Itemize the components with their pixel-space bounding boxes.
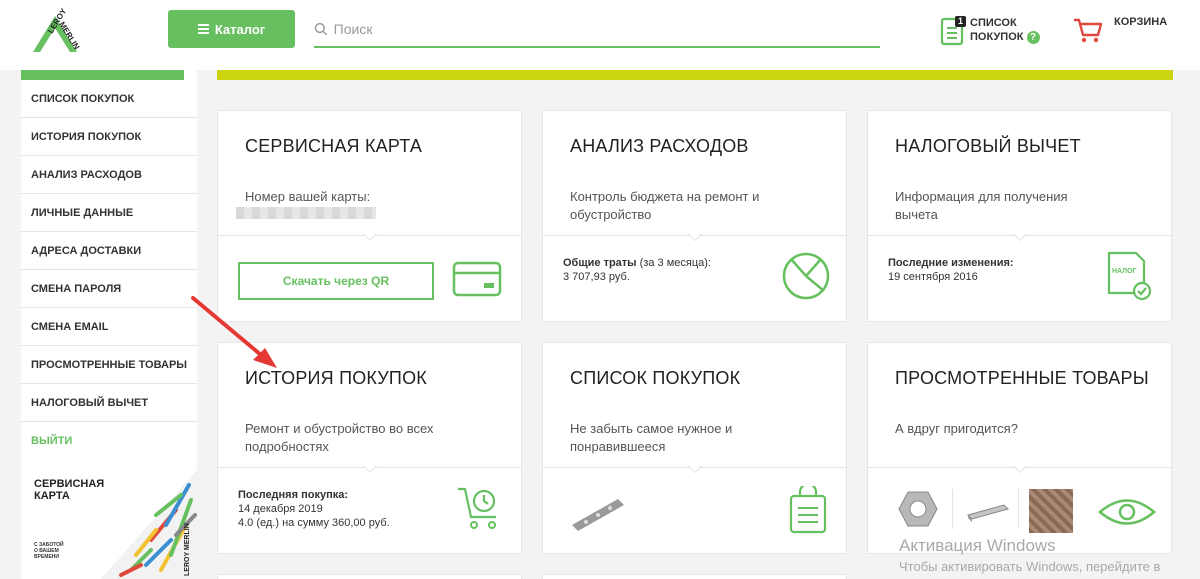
help-icon[interactable]: ? — [1026, 30, 1040, 44]
sidebar-item-viewed-products[interactable]: ПРОСМОТРЕННЫЕ ТОВАРЫ — [21, 346, 197, 384]
tax-deduction-widget[interactable]: НАЛОГОВЫЙ ВЫЧЕТ Информация для получения… — [867, 110, 1172, 322]
card-notch — [362, 458, 378, 474]
card-title: ПРОСМОТРЕННЫЕ ТОВАРЫ — [895, 368, 1149, 388]
card-description: Номер вашей карты: — [245, 189, 371, 204]
content-accent-bar — [217, 70, 1173, 80]
mosaic-tile-product-image[interactable] — [1029, 489, 1073, 533]
search-input[interactable] — [327, 21, 880, 37]
metal-bracket-product-image[interactable] — [568, 493, 628, 533]
card-number-masked — [236, 207, 376, 219]
card-description: Информация для получения вычета — [895, 189, 1068, 222]
range-hood-product-image[interactable] — [964, 495, 1010, 523]
svg-text:LEROY MERLIN: LEROY MERLIN — [184, 523, 191, 576]
sidebar-item-label: ЛИЧНЫЕ ДАННЫЕ — [31, 206, 134, 219]
card-notch — [1012, 226, 1028, 242]
last-purchase-date: 14 декабря 2019 — [238, 503, 323, 515]
card-title: АНАЛИЗ РАСХОДОВ — [570, 136, 749, 156]
expense-total-label: Общие траты — [563, 257, 637, 269]
shopping-list-label-line1: СПИСОК — [970, 17, 1017, 29]
card-title: СЕРВИСНАЯ КАРТА — [245, 136, 423, 156]
windows-activation-subtitle: Чтобы активировать Windows, перейдите в — [899, 559, 1161, 574]
card-title: НАЛОГОВЫЙ ВЫЧЕТ — [895, 136, 1081, 156]
card-partial — [217, 574, 522, 579]
sidebar-item-shopping-list[interactable]: СПИСОК ПОКУПОК — [21, 80, 197, 118]
eye-icon — [1098, 499, 1156, 525]
sidebar-item-label: СМЕНА EMAIL — [31, 320, 109, 333]
service-card-promo-banner[interactable]: СЕРВИСНАЯ КАРТА С ЗАБОТОЙ О ВАШЕМ ВРЕМЕН… — [21, 470, 197, 579]
logout-label: ВЫЙТИ — [31, 435, 73, 447]
tax-last-change-value: 19 сентября 2016 — [888, 271, 978, 283]
thumb-separator — [1018, 489, 1019, 529]
sidebar-item-label: АНАЛИЗ РАСХОДОВ — [31, 168, 142, 181]
sidebar-item-label: СМЕНА ПАРОЛЯ — [31, 282, 122, 295]
sidebar-item-personal-data[interactable]: ЛИЧНЫЕ ДАННЫЕ — [21, 194, 197, 232]
shopping-bag-list-icon — [789, 486, 827, 534]
sidebar-item-label: ИСТОРИЯ ПОКУПОК — [31, 130, 142, 143]
credit-card-icon — [452, 261, 502, 297]
card-notch — [1012, 458, 1028, 474]
shopping-list-link[interactable]: 1 СПИСОК ПОКУПОК ? — [940, 16, 1040, 51]
shopping-list-count-badge: 1 — [955, 16, 966, 27]
card-partial — [542, 574, 847, 579]
pie-chart-icon — [782, 252, 830, 300]
sidebar-item-purchase-history[interactable]: ИСТОРИЯ ПОКУПОК — [21, 118, 197, 156]
windows-activation-title: Активация Windows — [899, 536, 1056, 555]
card-title: СПИСОК ПОКУПОК — [570, 368, 741, 388]
tax-document-icon: НАЛОГ — [1106, 251, 1156, 301]
sidebar-top-bar — [21, 70, 184, 80]
card-description: Ремонт и обустройство во всех подробност… — [245, 421, 434, 454]
sidebar-item-label: ПРОСМОТРЕННЫЕ ТОВАРЫ — [31, 358, 188, 371]
sidebar-item-change-email[interactable]: СМЕНА EMAIL — [21, 308, 197, 346]
promo-small-line3: ВРЕМЕНИ — [34, 554, 59, 560]
search-icon — [314, 22, 328, 36]
sidebar-item-change-password[interactable]: СМЕНА ПАРОЛЯ — [21, 270, 197, 308]
cart-icon — [1074, 18, 1103, 43]
sidebar: СПИСОК ПОКУПОК ИСТОРИЯ ПОКУПОК АНАЛИЗ РА… — [21, 70, 197, 579]
sidebar-item-label: НАЛОГОВЫЙ ВЫЧЕТ — [31, 396, 149, 409]
catalog-label: Каталог — [214, 21, 266, 37]
sidebar-item-label: АДРЕСА ДОСТАВКИ — [31, 244, 142, 257]
card-notch — [362, 226, 378, 242]
last-purchase-amount: 4.0 (ед.) на сумму 360,00 руб. — [238, 517, 390, 529]
header: LEROY MERLIN Каталог 1 СПИСОК ПОКУПОК — [0, 0, 1200, 70]
card-description: Не забыть самое нужное и понравившееся — [570, 421, 733, 454]
shopping-list-label-line2: ПОКУПОК — [970, 31, 1024, 43]
sidebar-item-tax-deduction[interactable]: НАЛОГОВЫЙ ВЫЧЕТ — [21, 384, 197, 422]
card-description: А вдруг пригодится? — [895, 421, 1018, 436]
leroy-merlin-logo[interactable]: LEROY MERLIN — [20, 6, 90, 62]
viewed-products-widget[interactable]: ПРОСМОТРЕННЫЕ ТОВАРЫ А вдруг пригодится? — [867, 342, 1172, 554]
expense-analysis-widget[interactable]: АНАЛИЗ РАСХОДОВ Контроль бюджета на ремо… — [542, 110, 847, 322]
sidebar-item-delivery-addresses[interactable]: АДРЕСА ДОСТАВКИ — [21, 232, 197, 270]
card-notch — [687, 458, 703, 474]
promo-tools-illustration: LEROY MERLIN — [101, 470, 197, 579]
expense-total-value: 3 707,93 руб. — [563, 271, 630, 283]
shopping-list-widget[interactable]: СПИСОК ПОКУПОК Не забыть самое нужное и … — [542, 342, 847, 554]
tax-icon-label: НАЛОГ — [1112, 268, 1137, 275]
thumb-separator — [952, 489, 953, 529]
annotation-arrow — [191, 296, 277, 368]
card-description: Контроль бюджета на ремонт и обустройств… — [570, 189, 760, 222]
cart-link[interactable]: КОРЗИНА — [1072, 16, 1167, 44]
last-purchase-label: Последняя покупка: — [238, 489, 348, 501]
shopping-list-icon: 1 — [940, 16, 966, 51]
cart-label: КОРЗИНА — [1114, 16, 1168, 28]
menu-icon — [197, 22, 209, 36]
card-notch — [687, 226, 703, 242]
search-bar[interactable] — [314, 12, 880, 48]
expense-period: (за 3 месяца): — [636, 257, 711, 269]
catalog-button[interactable]: Каталог — [168, 10, 295, 48]
sidebar-item-expense-analysis[interactable]: АНАЛИЗ РАСХОДОВ — [21, 156, 197, 194]
hex-nut-product-image[interactable] — [898, 489, 938, 529]
logout-link[interactable]: ВЫЙТИ — [21, 422, 197, 460]
sidebar-item-label: СПИСОК ПОКУПОК — [31, 92, 135, 105]
cart-history-icon — [458, 487, 496, 529]
download-qr-label: Скачать через QR — [282, 274, 390, 288]
tax-last-change-label: Последние изменения: — [888, 257, 1014, 269]
